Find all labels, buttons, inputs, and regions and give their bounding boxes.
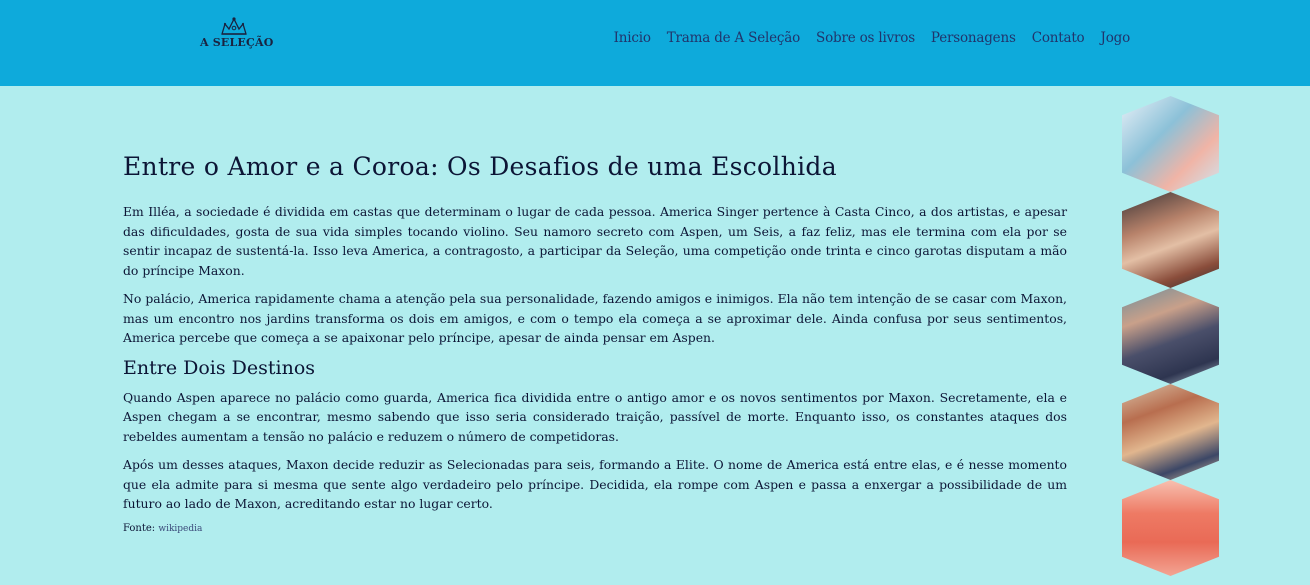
source-line: Fonte: wikipedia xyxy=(123,523,1067,534)
paragraph-3: Quando Aspen aparece no palácio como gua… xyxy=(123,389,1067,444)
article: Entre o Amor e a Coroa: Os Desafios de u… xyxy=(123,150,1067,534)
site-logo[interactable]: A SELEÇÃO xyxy=(200,16,274,52)
section-subtitle: Entre Dois Destinos xyxy=(123,356,316,379)
source-label: Fonte: xyxy=(123,522,156,534)
tiara-icon xyxy=(221,17,247,35)
gallery-image-1 xyxy=(1122,96,1219,192)
logo-text: A SELEÇÃO xyxy=(200,36,274,49)
page-title: Entre o Amor e a Coroa: Os Desafios de u… xyxy=(123,152,837,181)
nav-personagens[interactable]: Personagens xyxy=(931,30,1016,46)
source-link[interactable]: wikipedia xyxy=(158,524,202,534)
nav-contato[interactable]: Contato xyxy=(1032,30,1085,46)
nav-trama[interactable]: Trama de A Seleção xyxy=(667,30,800,46)
nav-inicio[interactable]: Inicio xyxy=(614,30,651,46)
gallery-image-3 xyxy=(1122,288,1219,384)
paragraph-4: Após um desses ataques, Maxon decide red… xyxy=(123,457,1067,511)
gallery-image-5 xyxy=(1122,480,1219,576)
gallery-image-2 xyxy=(1122,192,1219,288)
paragraph-2: No palácio, America rapidamente chama a … xyxy=(123,291,1067,345)
main-nav: Inicio Trama de A Seleção Sobre os livro… xyxy=(614,30,1131,46)
nav-sobre-livros[interactable]: Sobre os livros xyxy=(816,30,915,46)
site-header: A SELEÇÃO Inicio Trama de A Seleção Sobr… xyxy=(0,0,1310,86)
gallery-image-4 xyxy=(1122,384,1219,480)
paragraph-1: Em Illéa, a sociedade é dividida em cast… xyxy=(123,204,1067,278)
nav-jogo[interactable]: Jogo xyxy=(1100,30,1130,46)
